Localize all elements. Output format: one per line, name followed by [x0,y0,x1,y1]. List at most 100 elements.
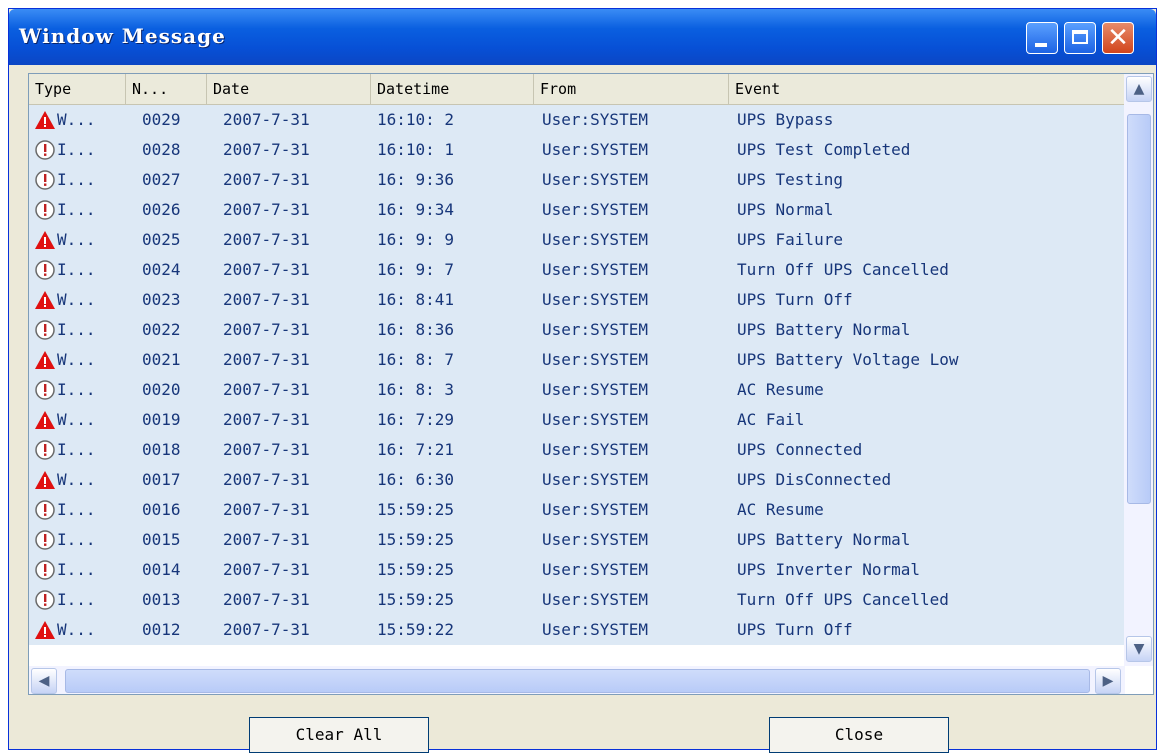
row-type: I... [57,200,96,219]
table-row[interactable]: I... 0022 2007-7-31 16: 8:36 User:SYSTEM UPS … [29,315,1125,345]
row-type: I... [57,530,96,549]
table-row[interactable]: I... 0014 2007-7-31 15:59:25 User:SYSTEM UPS … [29,555,1125,585]
row-date: 2007-7-31 [223,140,310,159]
table-row[interactable]: W... 0029 2007-7-31 16:10: 2 User:SYSTEM UPS … [29,105,1125,135]
column-header-from[interactable]: From [534,74,729,104]
row-event: UPS Turn Off [737,290,853,309]
table-row[interactable]: I... 0018 2007-7-31 16: 7:21 User:SYSTEM UPS … [29,435,1125,465]
row-datetime: 15:59:25 [377,590,455,609]
table-row[interactable]: I... 0020 2007-7-31 16: 8: 3 User:SYSTEM AC R… [29,375,1125,405]
table-row[interactable]: W... 0021 2007-7-31 16: 8: 7 User:SYSTEM UPS … [29,345,1125,375]
row-number: 0024 [142,260,181,279]
table-row[interactable]: I... 0026 2007-7-31 16: 9:34 User:SYSTEM UPS … [29,195,1125,225]
column-header-type[interactable]: Type [29,74,126,104]
row-from: User:SYSTEM [542,410,648,429]
row-from: User:SYSTEM [542,260,648,279]
warning-icon [34,109,56,131]
info-icon [34,439,56,461]
table-row[interactable]: W... 0017 2007-7-31 16: 6:30 User:SYSTEM UPS … [29,465,1125,495]
vertical-scroll-thumb[interactable] [1127,114,1151,504]
row-from: User:SYSTEM [542,560,648,579]
row-datetime: 16: 9: 9 [377,230,455,249]
row-event: UPS Battery Normal [737,320,911,339]
row-number: 0018 [142,440,181,459]
table-row[interactable]: W... 0019 2007-7-31 16: 7:29 User:SYSTEM AC F… [29,405,1125,435]
warning-icon [34,349,56,371]
warning-icon [34,619,56,641]
horizontal-scrollbar[interactable]: ◀ ▶ [29,666,1125,694]
title-bar[interactable]: Window Message ✕ [9,9,1156,65]
info-icon [34,259,56,281]
row-number: 0014 [142,560,181,579]
scroll-right-button[interactable]: ▶ [1095,668,1121,694]
row-event: UPS DisConnected [737,470,892,489]
row-number: 0028 [142,140,181,159]
horizontal-scroll-thumb[interactable] [65,669,1090,693]
column-header-date[interactable]: Date [207,74,371,104]
row-event: UPS Inverter Normal [737,560,921,579]
table-row[interactable]: I... 0027 2007-7-31 16: 9:36 User:SYSTEM UPS … [29,165,1125,195]
row-type: W... [57,350,96,369]
close-button[interactable]: Close [769,717,949,753]
table-row[interactable]: W... 0025 2007-7-31 16: 9: 9 User:SYSTEM UPS … [29,225,1125,255]
row-type: W... [57,470,96,489]
vertical-scrollbar[interactable]: ▲ ▼ [1124,74,1153,666]
row-date: 2007-7-31 [223,170,310,189]
column-header-number[interactable]: N... [126,74,207,104]
row-type: W... [57,620,96,639]
row-date: 2007-7-31 [223,380,310,399]
table-row[interactable]: W... 0023 2007-7-31 16: 8:41 User:SYSTEM UPS … [29,285,1125,315]
table-row[interactable]: I... 0028 2007-7-31 16:10: 1 User:SYSTEM UPS … [29,135,1125,165]
row-type: W... [57,410,96,429]
row-datetime: 16: 9: 7 [377,260,455,279]
row-date: 2007-7-31 [223,560,310,579]
list-header: Type N... Date Datetime From Event [29,74,1125,105]
row-type: I... [57,320,96,339]
column-header-datetime[interactable]: Datetime [371,74,534,104]
clear-all-button[interactable]: Clear All [249,717,429,753]
scroll-up-button[interactable]: ▲ [1126,76,1152,102]
warning-icon [34,289,56,311]
row-number: 0017 [142,470,181,489]
row-number: 0020 [142,380,181,399]
table-row[interactable]: I... 0016 2007-7-31 15:59:25 User:SYSTEM AC R… [29,495,1125,525]
row-datetime: 16:10: 2 [377,110,455,129]
row-from: User:SYSTEM [542,500,648,519]
row-type: W... [57,290,96,309]
scroll-left-button[interactable]: ◀ [31,668,57,694]
scroll-down-button[interactable]: ▼ [1126,636,1152,662]
row-from: User:SYSTEM [542,320,648,339]
table-row[interactable]: I... 0024 2007-7-31 16: 9: 7 User:SYSTEM Turn… [29,255,1125,285]
row-number: 0026 [142,200,181,219]
event-list[interactable]: Type N... Date Datetime From Event W... 0… [28,73,1154,695]
row-date: 2007-7-31 [223,200,310,219]
row-event: UPS Connected [737,440,863,459]
table-row[interactable]: I... 0013 2007-7-31 15:59:25 User:SYSTEM Turn… [29,585,1125,615]
row-type: I... [57,440,96,459]
close-window-button[interactable]: ✕ [1102,22,1134,54]
row-date: 2007-7-31 [223,590,310,609]
row-date: 2007-7-31 [223,290,310,309]
minimize-button[interactable] [1026,22,1058,54]
row-number: 0022 [142,320,181,339]
close-icon: ✕ [1107,23,1129,53]
row-date: 2007-7-31 [223,260,310,279]
row-from: User:SYSTEM [542,470,648,489]
table-row[interactable]: W... 0012 2007-7-31 15:59:22 User:SYSTEM UPS … [29,615,1125,645]
table-row[interactable]: I... 0015 2007-7-31 15:59:25 User:SYSTEM UPS … [29,525,1125,555]
row-datetime: 16: 6:30 [377,470,455,489]
row-datetime: 16: 8: 7 [377,350,455,369]
row-event: UPS Testing [737,170,843,189]
row-event: UPS Bypass [737,110,834,129]
row-number: 0021 [142,350,181,369]
maximize-button[interactable] [1064,22,1096,54]
column-header-event[interactable]: Event [729,74,1125,104]
row-number: 0012 [142,620,181,639]
row-datetime: 15:59:25 [377,500,455,519]
row-from: User:SYSTEM [542,290,648,309]
window-message-dialog: Window Message ✕ Type N... Date Datetime… [8,8,1157,753]
row-event: UPS Test Completed [737,140,911,159]
row-date: 2007-7-31 [223,530,310,549]
row-date: 2007-7-31 [223,620,310,639]
row-date: 2007-7-31 [223,320,310,339]
